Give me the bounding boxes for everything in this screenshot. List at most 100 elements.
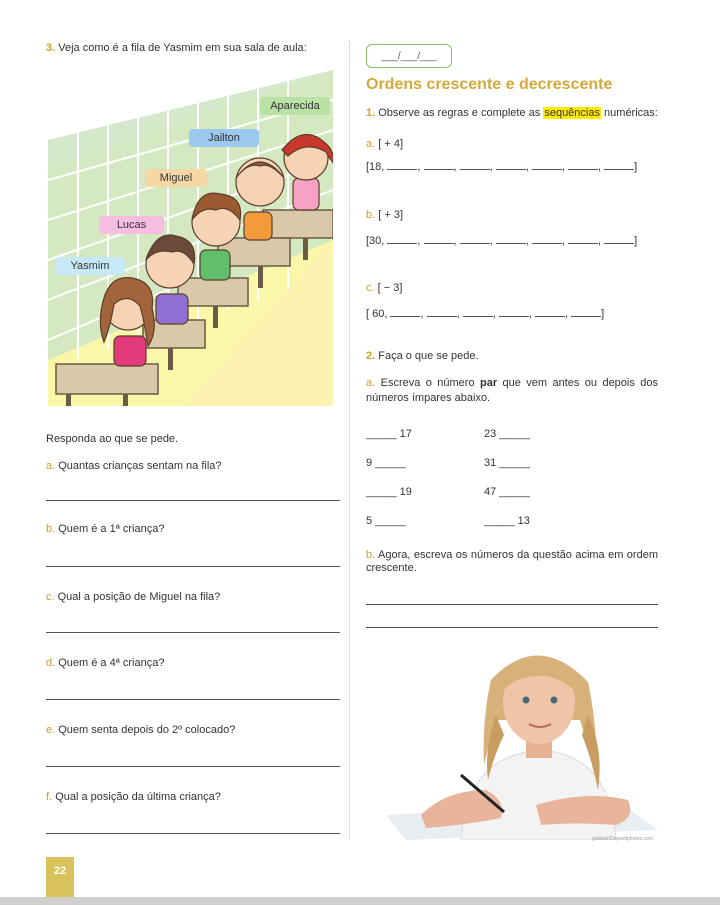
q3-prompt: 3. Veja como é a fila de Yasmim em sua s… — [46, 42, 307, 54]
q1-prompt: 1. Observe as regras e complete as sequê… — [366, 107, 658, 119]
question-text: Quem é a 4ª criança? — [58, 657, 165, 669]
column-divider — [349, 40, 350, 840]
answer-line-c[interactable] — [46, 632, 340, 633]
seq-blank[interactable] — [423, 160, 454, 170]
seq-a-rule: a. [ + 4] — [366, 138, 403, 150]
seq-b-rule: b. [ + 3] — [366, 209, 403, 221]
seq-separator: ] — [601, 308, 605, 320]
q1-highlight: sequências — [543, 107, 601, 119]
seq-letter: b. — [366, 209, 376, 221]
classroom-illustration: Aparecida Jailton Miguel Lucas Yasmim — [48, 70, 333, 406]
instruction: Responda ao que se pede. — [46, 433, 179, 445]
seq-blank[interactable] — [459, 234, 490, 244]
name-tag-miguel: Miguel — [145, 169, 207, 187]
name-tag-yasmim: Yasmim — [55, 257, 125, 275]
seq-blank[interactable] — [423, 234, 454, 244]
name-tag-jailton: Jailton — [189, 129, 259, 147]
seq-a-row[interactable]: [18, , , , , , , ] — [366, 160, 637, 173]
answer-line-2b-2[interactable] — [366, 627, 658, 628]
answer-line-a[interactable] — [46, 500, 340, 501]
pair-left-3[interactable]: _____ 19 — [366, 486, 412, 498]
seq-blank[interactable] — [495, 234, 526, 244]
seq-b-row[interactable]: [30, , , , , , , ] — [366, 234, 637, 247]
seq-rule: [ − 3] — [377, 282, 403, 294]
answer-line-f[interactable] — [46, 833, 340, 834]
question-letter: b. — [46, 523, 56, 535]
pair-left-1[interactable]: _____ 17 — [366, 428, 412, 440]
pair-right-1[interactable]: 23 _____ — [484, 428, 530, 440]
question-letter: c. — [46, 591, 55, 603]
seq-blank[interactable] — [604, 160, 635, 170]
pair-left-2[interactable]: 9 _____ — [366, 457, 406, 469]
seq-blank[interactable] — [426, 307, 457, 317]
q2a-letter: a. — [366, 377, 376, 389]
question-text: Qual a posição da última criança? — [55, 791, 221, 803]
seq-blank[interactable] — [498, 307, 529, 317]
question-letter: e. — [46, 724, 56, 736]
seq-blank[interactable] — [459, 160, 490, 170]
question-e: e. Quem senta depois do 2º colocado? — [46, 724, 235, 736]
seq-letter: c. — [366, 282, 375, 294]
seq-c-row[interactable]: [ 60, , , , , , ] — [366, 307, 604, 320]
seq-blank[interactable] — [568, 160, 599, 170]
pair-right-2[interactable]: 31 _____ — [484, 457, 530, 469]
q2-number: 2. — [366, 350, 376, 362]
q1-number: 1. — [366, 107, 376, 119]
seq-blank[interactable] — [387, 160, 418, 170]
classroom-scene — [48, 70, 333, 406]
name-tag-lucas: Lucas — [99, 216, 164, 234]
answer-line-d[interactable] — [46, 699, 340, 700]
seq-blank[interactable] — [387, 234, 418, 244]
date-field[interactable]: ___/___/___ — [366, 44, 452, 68]
name-tag-aparecida: Aparecida — [260, 97, 330, 115]
photo-credit: goldeer/Depositphotos.com — [592, 836, 653, 842]
seq-rule: [ + 4] — [378, 138, 404, 150]
section-title: Ordens crescente e decrescente — [366, 76, 613, 93]
seq-blank[interactable] — [568, 234, 599, 244]
seq-blank[interactable] — [531, 234, 562, 244]
pair-left-4[interactable]: 5 _____ — [366, 515, 406, 527]
seq-blank[interactable] — [462, 307, 493, 317]
q1-pre: Observe as regras e complete as — [378, 107, 544, 119]
question-letter: a. — [46, 460, 56, 472]
question-letter: d. — [46, 657, 56, 669]
q2-text: Faça o que se pede. — [378, 350, 479, 362]
q2a-bold: par — [480, 377, 498, 389]
q2b-text: Agora, escreva os números da questão aci… — [366, 549, 658, 574]
answer-line-b[interactable] — [46, 566, 340, 567]
seq-blank[interactable] — [390, 307, 421, 317]
seq-start: [30, — [366, 235, 388, 247]
answer-line-2b-1[interactable] — [366, 604, 658, 605]
question-c: c. Qual a posição de Miguel na fila? — [46, 591, 220, 603]
question-b: b. Quem é a 1ª criança? — [46, 523, 164, 535]
seq-blank[interactable] — [531, 160, 562, 170]
pair-right-4[interactable]: _____ 13 — [484, 515, 530, 527]
question-text: Quantas crianças sentam na fila? — [58, 460, 222, 472]
q1-post: numéricas: — [600, 107, 658, 119]
seq-blank[interactable] — [571, 307, 602, 317]
seq-start: [18, — [366, 161, 388, 173]
question-text: Quem é a 1ª criança? — [58, 523, 165, 535]
seq-letter: a. — [366, 138, 376, 150]
seq-blank[interactable] — [495, 160, 526, 170]
answer-line-e[interactable] — [46, 766, 340, 767]
seq-start: [ 60, — [366, 308, 391, 320]
seq-blank[interactable] — [604, 234, 635, 244]
seq-separator: ] — [634, 235, 638, 247]
girl-writing-image — [366, 640, 658, 840]
question-f: f. Qual a posição da última criança? — [46, 791, 221, 803]
q3-number: 3. — [46, 42, 56, 54]
question-text: Qual a posição de Miguel na fila? — [57, 591, 221, 603]
question-a: a. Quantas crianças sentam na fila? — [46, 460, 222, 472]
question-text: Quem senta depois do 2º colocado? — [58, 724, 236, 736]
q2b-prompt: b. Agora, escreva os números da questão … — [366, 549, 658, 575]
q2a-prompt: a. Escreva o número par que vem antes ou… — [366, 376, 658, 406]
question-letter: f. — [46, 791, 53, 803]
question-d: d. Quem é a 4ª criança? — [46, 657, 164, 669]
q3-text: Veja como é a fila de Yasmim em sua sala… — [58, 42, 307, 54]
q2b-letter: b. — [366, 549, 376, 561]
pair-right-3[interactable]: 47 _____ — [484, 486, 530, 498]
seq-separator: ] — [634, 161, 638, 173]
q2-prompt: 2. Faça o que se pede. — [366, 350, 479, 362]
seq-blank[interactable] — [534, 307, 565, 317]
